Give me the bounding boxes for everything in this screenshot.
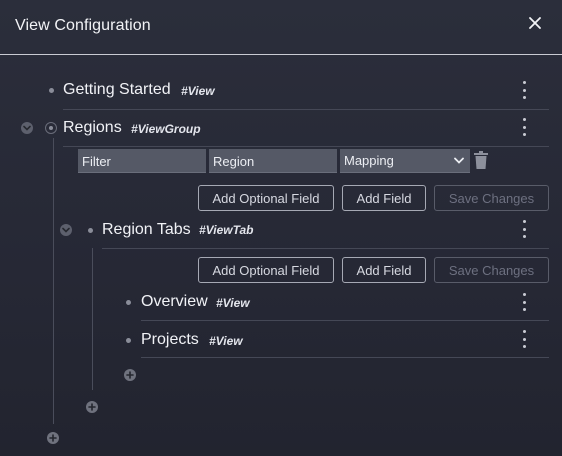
node-indicator [45, 122, 57, 134]
row-divider [102, 248, 549, 249]
row-divider [63, 109, 549, 110]
field-region[interactable]: Region [209, 149, 337, 173]
save-changes-button[interactable]: Save Changes [434, 185, 549, 211]
plus-icon [88, 403, 96, 411]
node-bullet [126, 300, 131, 305]
tree-guide-line [92, 248, 93, 390]
node-label-projects[interactable]: Projects [141, 331, 199, 349]
field-mapping-value: Mapping [344, 153, 394, 168]
node-label-getting-started[interactable]: Getting Started [63, 81, 171, 99]
kebab-icon [522, 330, 526, 333]
row-divider [141, 320, 549, 321]
add-node-button[interactable] [124, 369, 136, 381]
node-bullet [126, 338, 131, 343]
add-node-button[interactable] [86, 401, 98, 413]
node-tag-overview: #View [216, 296, 250, 310]
close-button[interactable] [524, 12, 546, 34]
kebab-icon [522, 81, 526, 84]
more-options-button[interactable] [519, 330, 529, 348]
add-node-button[interactable] [47, 432, 59, 444]
tree-guide-line [53, 138, 54, 424]
plus-icon [126, 371, 134, 379]
node-tag-projects: #View [209, 334, 243, 348]
page-title: View Configuration [15, 17, 151, 34]
kebab-icon [522, 293, 526, 296]
node-tag-getting-started: #View [181, 84, 215, 98]
more-options-button[interactable] [519, 81, 529, 99]
more-options-button[interactable] [519, 220, 529, 238]
plus-icon [49, 434, 57, 442]
field-filter[interactable]: Filter [78, 149, 206, 173]
close-icon [529, 17, 541, 29]
node-bullet [88, 228, 93, 233]
field-mapping-select[interactable]: Mapping [340, 149, 470, 173]
node-tag-region-tabs: #ViewTab [199, 223, 254, 237]
more-options-button[interactable] [519, 293, 529, 311]
collapse-toggle-regions[interactable] [21, 122, 33, 134]
add-field-button[interactable]: Add Field [342, 257, 426, 283]
chevron-down-icon [23, 125, 31, 131]
collapse-toggle-region-tabs[interactable] [60, 224, 72, 236]
trash-icon[interactable] [474, 151, 488, 169]
node-label-regions[interactable]: Regions [63, 119, 122, 137]
node-bullet [49, 88, 54, 93]
add-field-button[interactable]: Add Field [342, 185, 426, 211]
node-label-overview[interactable]: Overview [141, 293, 208, 311]
chevron-down-icon [454, 157, 464, 164]
add-optional-field-button[interactable]: Add Optional Field [198, 185, 334, 211]
header-divider [0, 54, 562, 55]
row-divider [141, 357, 549, 358]
save-changes-button[interactable]: Save Changes [434, 257, 549, 283]
node-tag-regions: #ViewGroup [131, 122, 201, 136]
more-options-button[interactable] [519, 118, 529, 136]
add-optional-field-button[interactable]: Add Optional Field [198, 257, 334, 283]
row-divider [63, 146, 549, 147]
kebab-icon [522, 220, 526, 223]
chevron-down-icon [62, 227, 70, 233]
node-label-region-tabs[interactable]: Region Tabs [102, 221, 191, 239]
kebab-icon [522, 118, 526, 121]
